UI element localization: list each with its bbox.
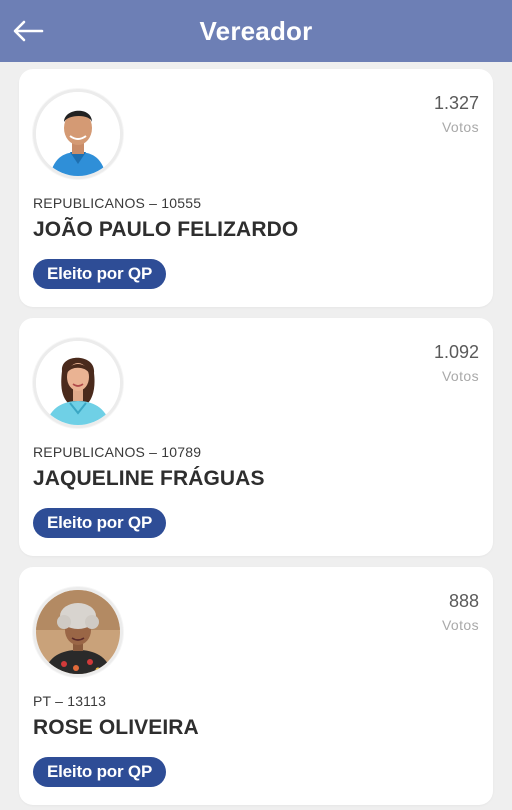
candidate-card[interactable]: 888 Votos PT – 13113 ROSE OLIVEIRA Eleit… [19, 567, 493, 805]
app-bar: Vereador [0, 0, 512, 62]
candidate-name: JAQUELINE FRÁGUAS [33, 467, 265, 490]
status-badge: Eleito por QP [33, 259, 167, 289]
votes-label: Votos [441, 617, 479, 633]
candidate-card[interactable]: 1.092 Votos REPUBLICANOS – 10789 JAQUELI… [19, 318, 493, 556]
candidate-list[interactable]: 1.327 Votos REPUBLICANOS – 10555 JOÃO PA… [0, 62, 512, 810]
status-badge: Eleito por QP [33, 757, 167, 787]
candidate-name: ROSE OLIVEIRA [33, 716, 199, 739]
votes-label: Votos [441, 119, 479, 135]
status-badge: Eleito por QP [33, 508, 167, 538]
candidate-photo [33, 338, 123, 428]
party-number: PT – 13113 [33, 693, 107, 709]
candidate-name: JOÃO PAULO FELIZARDO [33, 218, 299, 241]
page-title: Vereador [199, 15, 313, 46]
back-button[interactable] [8, 13, 48, 49]
party-number: REPUBLICANOS – 10555 [33, 195, 202, 211]
woman-portrait-icon [36, 590, 120, 674]
woman-portrait-icon [36, 341, 120, 425]
votes-label: Votos [441, 368, 479, 384]
party-number: REPUBLICANOS – 10789 [33, 444, 202, 460]
man-portrait-icon [36, 92, 120, 176]
arrow-left-icon [13, 20, 44, 42]
candidate-photo [33, 587, 123, 677]
candidate-card[interactable]: 1.327 Votos REPUBLICANOS – 10555 JOÃO PA… [19, 69, 493, 307]
votes-count: 1.327 [433, 93, 479, 113]
candidate-photo [33, 89, 123, 179]
votes-count: 1.092 [433, 342, 479, 362]
votes-count: 888 [448, 591, 479, 611]
